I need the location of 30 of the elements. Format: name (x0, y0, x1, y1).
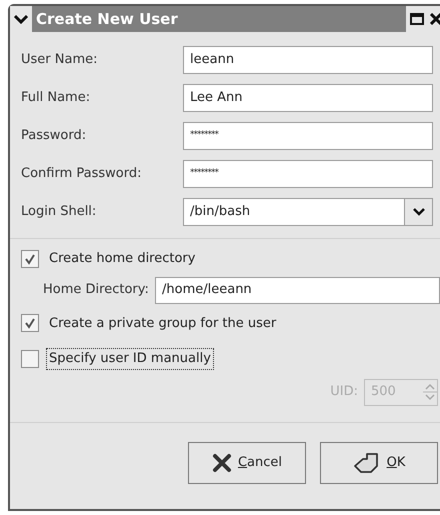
close-icon (430, 13, 440, 25)
password-field[interactable]: ******** (183, 122, 433, 150)
window-title: Create New User (36, 8, 178, 30)
cancel-button[interactable]: Cancel (188, 442, 306, 484)
password-field[interactable]: ******** (183, 160, 433, 188)
checkbox-label[interactable]: Create home directory (47, 249, 198, 268)
chevron-down-icon (14, 14, 28, 24)
chevron-down-icon (412, 208, 424, 216)
checkbox[interactable] (21, 314, 39, 332)
field-label: Full Name: (21, 89, 92, 108)
checkbox-label[interactable]: Specify user ID manually (47, 349, 213, 368)
field-label: Password: (21, 127, 88, 146)
field-label: Home Directory: (43, 281, 150, 300)
text-field[interactable]: leeann (183, 46, 433, 74)
x-icon (212, 452, 232, 472)
checkbox-label[interactable]: Create a private group for the user (47, 314, 278, 333)
field-label: Confirm Password: (21, 165, 142, 184)
text-field[interactable]: /home/leeann (155, 276, 440, 304)
checkmark-icon (24, 317, 36, 330)
maximize-icon (410, 13, 424, 25)
checkbox[interactable] (21, 250, 39, 268)
shell-dropdown[interactable]: /bin/bash (183, 198, 433, 226)
field-label: UID: (330, 383, 358, 402)
checkbox[interactable] (21, 350, 39, 368)
field-label: User Name: (21, 51, 98, 70)
checkmark-icon (24, 252, 36, 265)
field-label: Login Shell: (21, 203, 98, 222)
window-menu-button[interactable] (10, 6, 32, 32)
ok-button[interactable]: OK (320, 442, 438, 484)
text-field[interactable]: Lee Ann (183, 84, 433, 112)
